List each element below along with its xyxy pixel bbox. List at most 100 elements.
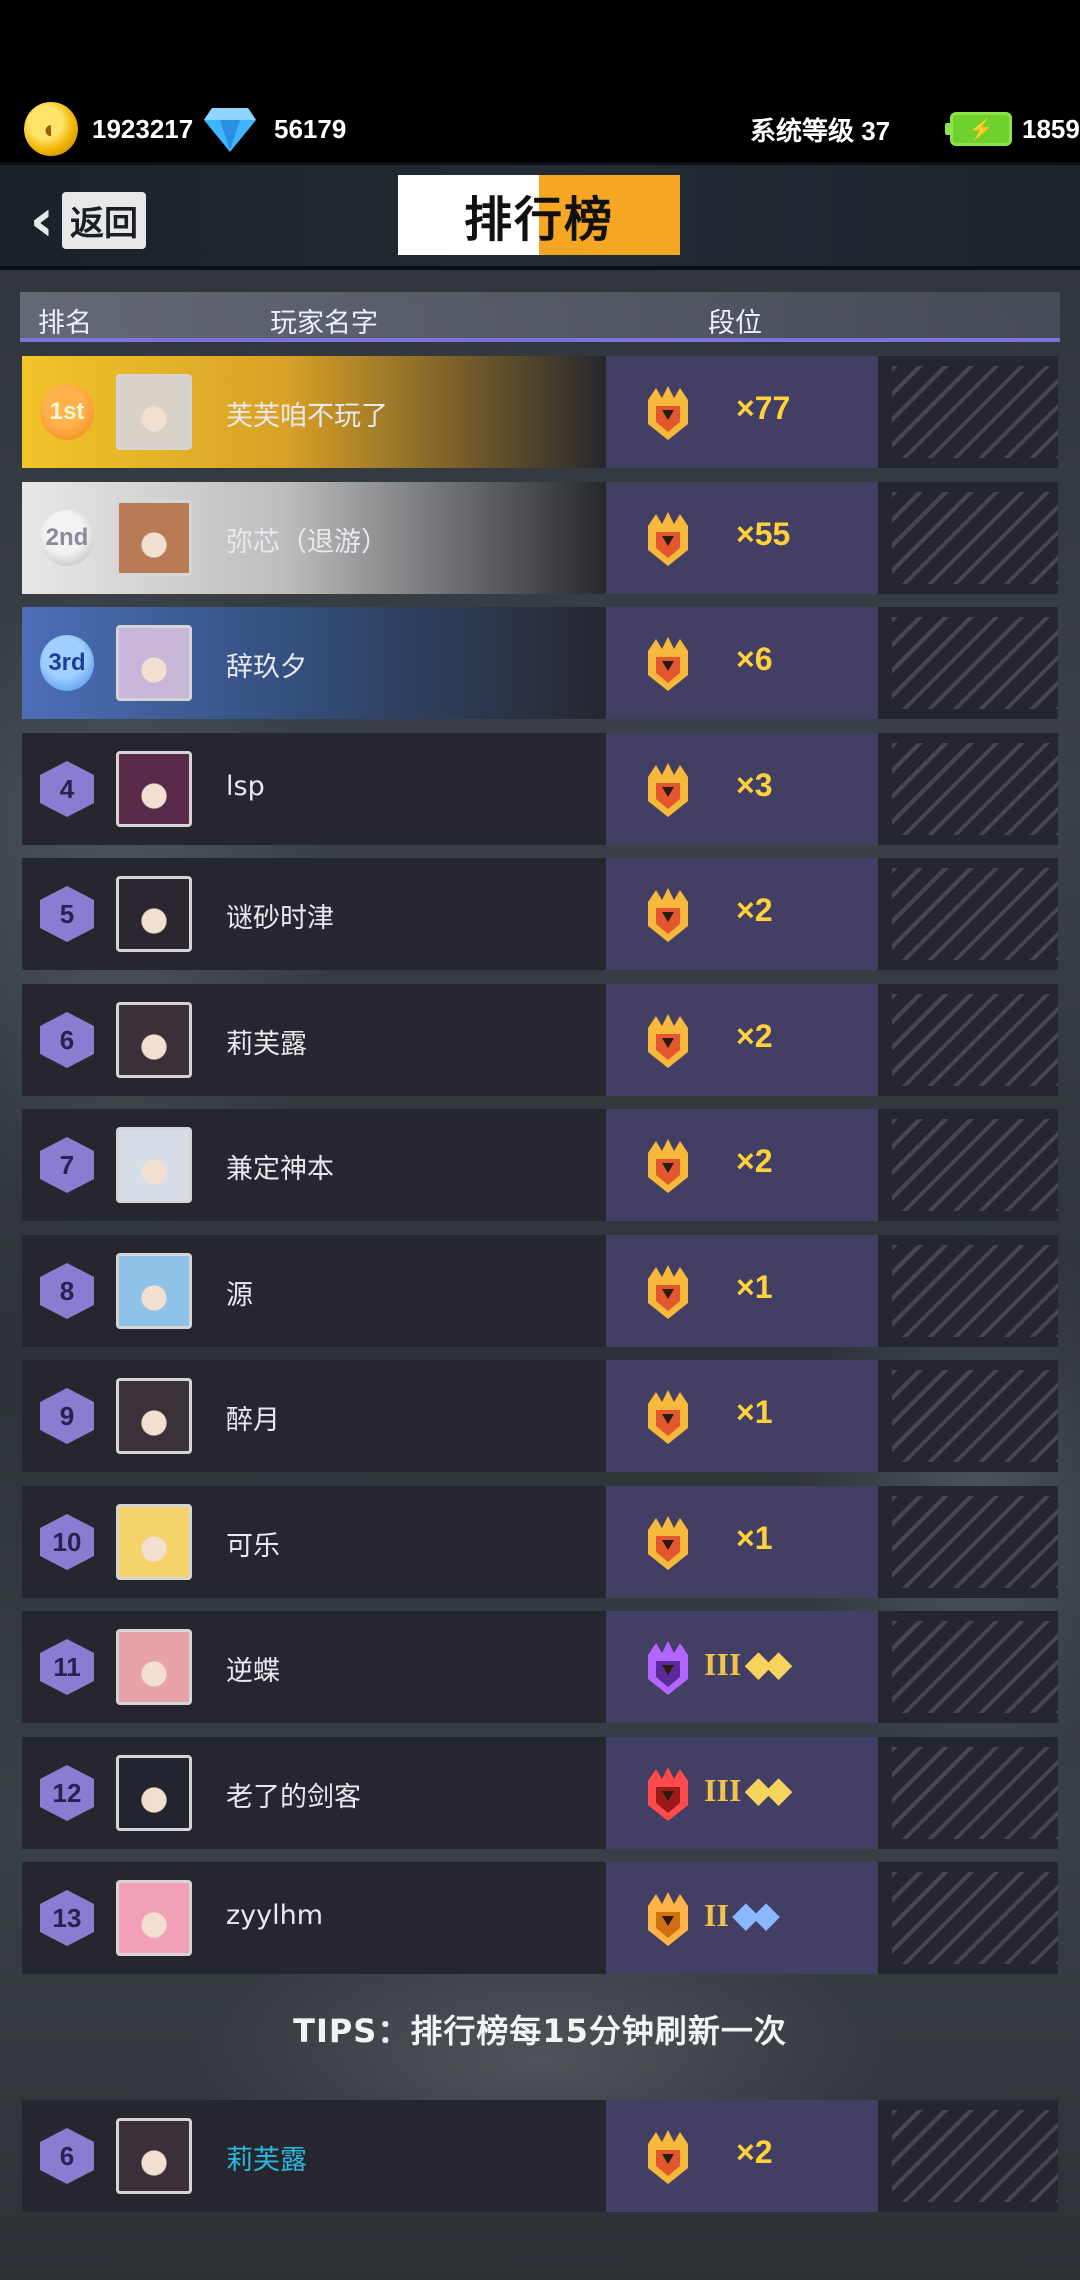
- player-name: 源: [226, 1280, 253, 1311]
- page-title: 排行榜: [463, 192, 614, 248]
- row-decoration: [892, 994, 1058, 1086]
- avatar[interactable]: [116, 1253, 192, 1329]
- tier-cell: ×2: [606, 2100, 878, 2212]
- avatar[interactable]: [116, 1629, 192, 1705]
- leaderboard-row[interactable]: 13 zyylhm II ◆◆: [22, 1862, 1058, 1974]
- avatar[interactable]: [116, 1504, 192, 1580]
- tier-multiplier: ×2: [736, 892, 773, 928]
- leaderboard-row[interactable]: 5 谜砂时津 ×2: [22, 858, 1058, 970]
- avatar[interactable]: [116, 1378, 192, 1454]
- avatar[interactable]: [116, 500, 192, 576]
- leaderboard-row[interactable]: 10 可乐 ×1: [22, 1486, 1058, 1598]
- tier-multiplier: ×2: [736, 2134, 773, 2170]
- avatar[interactable]: [116, 1127, 192, 1203]
- rank-crest-icon: [648, 888, 688, 942]
- tier-multiplier: ×1: [736, 1394, 773, 1430]
- rank-medal-icon: 2nd: [40, 510, 94, 566]
- avatar[interactable]: [116, 2118, 192, 2194]
- row-decoration: [892, 1621, 1058, 1713]
- leaderboard-row[interactable]: 12 老了的剑客 III ◆◆: [22, 1737, 1058, 1849]
- tier-multiplier: ×2: [736, 1143, 773, 1179]
- row-decoration: [892, 868, 1058, 960]
- avatar[interactable]: [116, 751, 192, 827]
- player-name: 莉芙露: [226, 2145, 307, 2176]
- rank-crest-icon: [648, 512, 688, 566]
- tier-cell: ×2: [606, 1109, 878, 1221]
- tier-multiplier: ×6: [736, 641, 773, 677]
- column-tier: 段位: [708, 308, 762, 339]
- tier-cell: II ◆◆: [606, 1862, 878, 1974]
- row-decoration: [892, 1370, 1058, 1462]
- gem-counter: 56179: [202, 102, 346, 156]
- tier-stars-icon: ◆◆: [732, 1897, 779, 1934]
- tier-cell: ×55: [606, 482, 878, 594]
- rank-badge: 9: [40, 1388, 94, 1444]
- tier-roman: III: [704, 1645, 742, 1682]
- rank-badge: 12: [40, 1765, 94, 1821]
- tier-multiplier: ×55: [736, 516, 791, 552]
- avatar[interactable]: [116, 1755, 192, 1831]
- back-label: 返回: [62, 191, 146, 249]
- row-decoration: [892, 1496, 1058, 1588]
- tier-cell: ×6: [606, 607, 878, 719]
- rank-medal-icon: 1st: [40, 384, 94, 440]
- leaderboard-row[interactable]: 8 源 ×1: [22, 1235, 1058, 1347]
- row-highlight-band: [22, 607, 607, 719]
- leaderboard-row[interactable]: 2nd 弥芯（退游） ×55: [22, 482, 1058, 594]
- leaderboard-row[interactable]: 7 兼定神本 ×2: [22, 1109, 1058, 1221]
- leaderboard-row[interactable]: 6 莉芙露 ×2: [22, 984, 1058, 1096]
- tier-level: II ◆◆: [704, 1895, 779, 1935]
- avatar[interactable]: [116, 1880, 192, 1956]
- back-button[interactable]: ‹‹‹ 返回: [30, 185, 146, 255]
- avatar[interactable]: [116, 1002, 192, 1078]
- tier-level: III ◆◆: [704, 1770, 792, 1810]
- diamond-icon: [204, 108, 256, 152]
- coin-counter: ◐ 1923217: [24, 102, 193, 156]
- rank-badge: 7: [40, 1137, 94, 1193]
- player-name: 兼定神本: [226, 1154, 334, 1185]
- energy-value: 1859: [1022, 113, 1080, 144]
- column-name: 玩家名字: [270, 308, 378, 339]
- tier-cell: ×1: [606, 1235, 878, 1347]
- tier-level: III ◆◆: [704, 1644, 792, 1684]
- tier-multiplier: ×77: [736, 390, 791, 426]
- page-title-plate: 排行榜: [398, 175, 680, 255]
- rank-badge: 5: [40, 886, 94, 942]
- rank-badge: 8: [40, 1263, 94, 1319]
- leaderboard-row[interactable]: 4 lsp ×3: [22, 733, 1058, 845]
- rank-badge: 10: [40, 1514, 94, 1570]
- rank-crest-icon: [648, 1892, 688, 1946]
- energy-counter: ⚡ 1859: [945, 102, 1080, 156]
- tier-cell: ×2: [606, 984, 878, 1096]
- avatar[interactable]: [116, 625, 192, 701]
- tier-stars-icon: ◆◆: [745, 1646, 791, 1683]
- tier-roman: II: [704, 1896, 729, 1933]
- status-bar: ◐ 1923217 56179 系统等级 37 ⚡ 1859: [0, 0, 1080, 162]
- avatar[interactable]: [116, 876, 192, 952]
- row-decoration: [892, 617, 1058, 709]
- my-rank-row[interactable]: 6 莉芙露 ×2: [22, 2100, 1058, 2212]
- row-decoration: [892, 1119, 1058, 1211]
- row-decoration: [892, 1747, 1058, 1839]
- leaderboard-row[interactable]: 9 醉月 ×1: [22, 1360, 1058, 1472]
- leaderboard-row[interactable]: 3rd 辞玖夕 ×6: [22, 607, 1058, 719]
- tier-cell: ×3: [606, 733, 878, 845]
- tier-multiplier: ×2: [736, 1018, 773, 1054]
- player-name: 逆蝶: [226, 1656, 280, 1687]
- rank-crest-icon: [648, 1641, 688, 1695]
- coin-value: 1923217: [92, 113, 194, 144]
- tier-cell: III ◆◆: [606, 1611, 878, 1723]
- avatar[interactable]: [116, 374, 192, 450]
- rank-crest-icon: [648, 1390, 688, 1444]
- leaderboard-row[interactable]: 1st 芙芙咱不玩了 ×77: [22, 356, 1058, 468]
- tier-cell: ×77: [606, 356, 878, 468]
- rank-badge: 6: [40, 1012, 94, 1068]
- leaderboard-row[interactable]: 11 逆蝶 III ◆◆: [22, 1611, 1058, 1723]
- rank-crest-icon: [648, 1516, 688, 1570]
- tips-text: TIPS：排行榜每15分钟刷新一次: [293, 2012, 787, 2050]
- rank-crest-icon: [648, 1014, 688, 1068]
- player-name: 芙芙咱不玩了: [226, 401, 388, 432]
- tier-cell: ×2: [606, 858, 878, 970]
- row-decoration: [892, 2110, 1058, 2202]
- rank-crest-icon: [648, 386, 688, 440]
